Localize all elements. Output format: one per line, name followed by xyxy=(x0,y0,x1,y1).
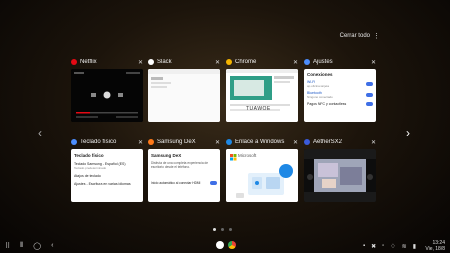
chrome-icon[interactable] xyxy=(228,241,236,249)
netflix-icon xyxy=(71,59,77,65)
card-title: Samsung DeX xyxy=(157,139,196,145)
card-title: Netflix xyxy=(80,59,97,65)
row-sub: ap.oficina.tarjeta xyxy=(307,84,330,88)
settings-row: Wi-Fi ap.oficina.tarjeta xyxy=(307,80,373,88)
app-thumbnail: TUAWOE xyxy=(226,69,298,122)
dex-description: Disfruta de una completa experiencia de … xyxy=(151,161,209,169)
more-options-icon[interactable]: ⋮ xyxy=(373,32,380,40)
app-card-netflix[interactable]: Netflix ✕ xyxy=(71,57,143,122)
date: Vie, 18/8 xyxy=(425,246,445,252)
dex-icon xyxy=(148,139,154,145)
card-title: AetherSX2 xyxy=(313,139,343,145)
app-thumbnail: Microsoft xyxy=(226,149,298,202)
page-dot[interactable] xyxy=(221,228,224,231)
app-card-teclado[interactable]: Teclado físico ✕ Teclado físico Teclado … xyxy=(71,137,143,202)
close-icon[interactable]: ✕ xyxy=(371,59,376,66)
apps-grid-icon[interactable]: ⠿ xyxy=(5,242,10,250)
page-dot[interactable] xyxy=(229,228,232,231)
app-card-slack[interactable]: Slack ✕ xyxy=(148,57,220,122)
app-thumbnail: Teclado físico Teclado Samsung - Español… xyxy=(71,149,143,202)
keyboard-settings-icon xyxy=(71,139,77,145)
close-icon[interactable]: ✕ xyxy=(138,139,143,146)
app-card-ajustes[interactable]: Ajustes ✕ Conexiones Wi-Fi ap.oficina.tar… xyxy=(304,57,376,122)
chrome-icon xyxy=(226,59,232,65)
app-card-chrome[interactable]: Chrome ✕ TUAWOE xyxy=(226,57,298,122)
dex-toggle-row: Inicio automático al conectar HDMI xyxy=(151,181,217,185)
app-thumbnail: Conexiones Wi-Fi ap.oficina.tarjeta Bluet… xyxy=(304,69,376,122)
dex-heading: Samsung DeX xyxy=(151,153,182,158)
app-thumbnail xyxy=(304,149,376,202)
card-title: Ajustes xyxy=(313,59,333,65)
media-icon[interactable]: ▪ xyxy=(363,243,365,250)
settings-icon xyxy=(304,59,310,65)
app-card-samsung-dex[interactable]: Samsung DeX ✕ Samsung DeX Disfruta de un… xyxy=(148,137,220,202)
tile-caption: TUAWOE xyxy=(246,106,271,112)
aethersx2-icon xyxy=(304,139,310,145)
app-thumbnail xyxy=(148,69,220,122)
close-all-button[interactable]: Cerrar todo xyxy=(340,33,370,39)
card-title: Enlace a Windows xyxy=(235,139,285,145)
page-indicator xyxy=(213,228,232,231)
card-title: Chrome xyxy=(235,59,257,65)
app-thumbnail xyxy=(71,69,143,122)
volume-icon[interactable]: ♢ xyxy=(390,243,395,250)
toggle-switch xyxy=(210,181,217,185)
settings-row: Bluetooth Ninguno conectado xyxy=(307,91,373,99)
app-card-aethersx2[interactable]: AetherSX2 ✕ xyxy=(304,137,376,202)
settings-row: Pagos NFC y contactless xyxy=(307,102,373,106)
row-label: Ajustes - Escritura en varias idiomas xyxy=(74,182,131,186)
close-icon[interactable]: ✕ xyxy=(215,139,220,146)
toggle-switch xyxy=(366,93,373,97)
row-label: Atajos de teclado xyxy=(74,174,101,178)
slack-preview xyxy=(148,69,220,122)
screenshot-icon[interactable]: ▫ xyxy=(382,243,384,250)
toggle-switch xyxy=(366,82,373,86)
slack-icon xyxy=(148,59,154,65)
back-icon[interactable]: ‹ xyxy=(51,242,53,250)
dex-mode-icon[interactable]: ✖ xyxy=(371,243,376,250)
card-title: Slack xyxy=(157,59,172,65)
taskbar: ⠿ ⦀ ◯ ‹ ▪ ✖ ▫ ♢ ≋ ▮ 13:24 Vie, 18/8 xyxy=(0,239,450,253)
app-thumbnail: Samsung DeX Disfruta de una completa exp… xyxy=(148,149,220,202)
close-icon[interactable]: ✕ xyxy=(371,139,376,146)
recents-icon[interactable]: ⦀ xyxy=(20,242,23,250)
next-page-arrow[interactable]: › xyxy=(406,126,410,140)
close-icon[interactable]: ✕ xyxy=(293,59,298,66)
home-icon[interactable]: ◯ xyxy=(33,242,41,250)
page-dot[interactable] xyxy=(213,228,216,231)
video-player-preview xyxy=(71,69,143,122)
app-card-enlace-windows[interactable]: Enlace a Windows ✕ Microsoft xyxy=(226,137,298,202)
pinned-app-icon[interactable] xyxy=(216,241,224,249)
game-preview xyxy=(304,149,376,202)
wifi-icon[interactable]: ≋ xyxy=(402,243,407,250)
microsoft-logo-text: Microsoft xyxy=(238,153,257,158)
clock[interactable]: 13:24 Vie, 18/8 xyxy=(425,240,445,252)
close-icon[interactable]: ✕ xyxy=(138,59,143,66)
keyboard-heading: Teclado físico xyxy=(74,153,104,158)
close-icon[interactable]: ✕ xyxy=(293,139,298,146)
row-label: Pagos NFC y contactless xyxy=(307,102,347,106)
toggle-label: Inicio automático al conectar HDMI xyxy=(151,181,201,185)
battery-icon[interactable]: ▮ xyxy=(413,243,416,250)
close-icon[interactable]: ✕ xyxy=(215,59,220,66)
settings-heading: Conexiones xyxy=(307,72,333,77)
browser-preview xyxy=(226,69,298,122)
row-sub: Teclado predeterminado xyxy=(74,166,107,170)
link-to-windows-preview xyxy=(226,149,298,202)
card-title: Teclado físico xyxy=(80,139,117,145)
row-sub: Ninguno conectado xyxy=(307,95,333,99)
previous-page-arrow[interactable]: ‹ xyxy=(38,126,42,140)
link-to-windows-icon xyxy=(226,139,232,145)
toggle-switch xyxy=(366,102,373,106)
